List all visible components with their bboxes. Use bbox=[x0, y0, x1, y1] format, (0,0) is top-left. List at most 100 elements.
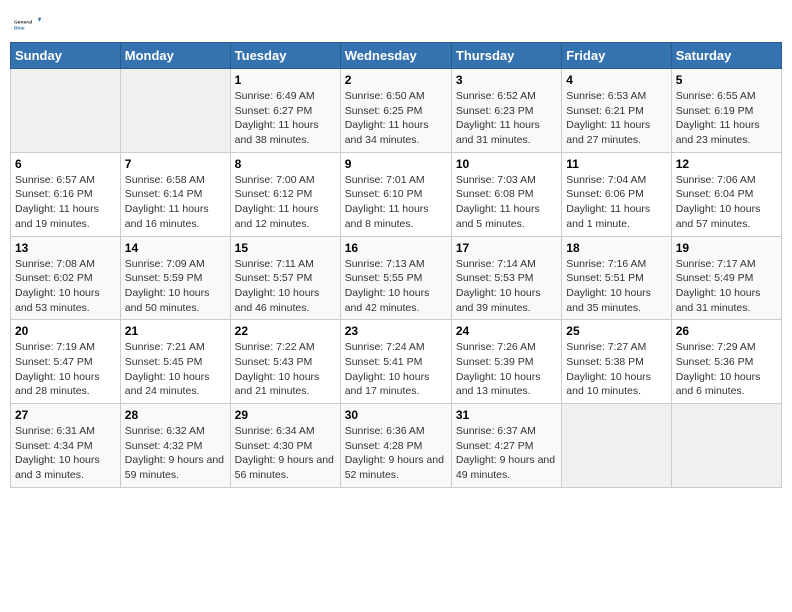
day-info: Sunrise: 7:22 AMSunset: 5:43 PMDaylight:… bbox=[235, 340, 336, 399]
day-number: 22 bbox=[235, 324, 336, 338]
weekday-header-sunday: Sunday bbox=[11, 43, 121, 69]
week-row-3: 13 Sunrise: 7:08 AMSunset: 6:02 PMDayligh… bbox=[11, 236, 782, 320]
day-info: Sunrise: 7:17 AMSunset: 5:49 PMDaylight:… bbox=[676, 257, 777, 316]
day-info: Sunrise: 7:03 AMSunset: 6:08 PMDaylight:… bbox=[456, 173, 557, 232]
day-info: Sunrise: 7:14 AMSunset: 5:53 PMDaylight:… bbox=[456, 257, 557, 316]
day-info: Sunrise: 6:32 AMSunset: 4:32 PMDaylight:… bbox=[125, 424, 226, 483]
day-info: Sunrise: 6:50 AMSunset: 6:25 PMDaylight:… bbox=[345, 89, 447, 148]
day-info: Sunrise: 7:16 AMSunset: 5:51 PMDaylight:… bbox=[566, 257, 666, 316]
day-info: Sunrise: 6:52 AMSunset: 6:23 PMDaylight:… bbox=[456, 89, 557, 148]
calendar-cell: 20 Sunrise: 7:19 AMSunset: 5:47 PMDayligh… bbox=[11, 320, 121, 404]
calendar-cell: 17 Sunrise: 7:14 AMSunset: 5:53 PMDayligh… bbox=[451, 236, 561, 320]
weekday-header-friday: Friday bbox=[562, 43, 671, 69]
day-number: 5 bbox=[676, 73, 777, 87]
weekday-header-row: SundayMondayTuesdayWednesdayThursdayFrid… bbox=[11, 43, 782, 69]
day-number: 27 bbox=[15, 408, 116, 422]
calendar-cell: 7 Sunrise: 6:58 AMSunset: 6:14 PMDaylight… bbox=[120, 152, 230, 236]
day-info: Sunrise: 7:00 AMSunset: 6:12 PMDaylight:… bbox=[235, 173, 336, 232]
day-number: 19 bbox=[676, 241, 777, 255]
calendar-cell bbox=[671, 404, 781, 488]
day-number: 7 bbox=[125, 157, 226, 171]
day-number: 29 bbox=[235, 408, 336, 422]
calendar-cell: 29 Sunrise: 6:34 AMSunset: 4:30 PMDayligh… bbox=[230, 404, 340, 488]
day-number: 28 bbox=[125, 408, 226, 422]
calendar-cell: 19 Sunrise: 7:17 AMSunset: 5:49 PMDayligh… bbox=[671, 236, 781, 320]
calendar-cell: 1 Sunrise: 6:49 AMSunset: 6:27 PMDaylight… bbox=[230, 69, 340, 153]
calendar-cell bbox=[11, 69, 121, 153]
day-info: Sunrise: 6:31 AMSunset: 4:34 PMDaylight:… bbox=[15, 424, 116, 483]
day-number: 23 bbox=[345, 324, 447, 338]
calendar-cell: 18 Sunrise: 7:16 AMSunset: 5:51 PMDayligh… bbox=[562, 236, 671, 320]
day-number: 2 bbox=[345, 73, 447, 87]
calendar-cell: 3Sunrise: 6:52 AMSunset: 6:23 PMDaylight… bbox=[451, 69, 561, 153]
day-number: 14 bbox=[125, 241, 226, 255]
calendar-cell: 9 Sunrise: 7:01 AMSunset: 6:10 PMDaylight… bbox=[340, 152, 451, 236]
day-number: 4 bbox=[566, 73, 666, 87]
day-number: 31 bbox=[456, 408, 557, 422]
day-number: 26 bbox=[676, 324, 777, 338]
calendar-cell: 31 Sunrise: 6:37 AMSunset: 4:27 PMDayligh… bbox=[451, 404, 561, 488]
logo-icon: GeneralBlue bbox=[14, 10, 42, 38]
calendar-cell: 11 Sunrise: 7:04 AMSunset: 6:06 PMDayligh… bbox=[562, 152, 671, 236]
calendar-cell: 4 Sunrise: 6:53 AMSunset: 6:21 PMDaylight… bbox=[562, 69, 671, 153]
day-number: 15 bbox=[235, 241, 336, 255]
calendar-cell: 16 Sunrise: 7:13 AMSunset: 5:55 PMDayligh… bbox=[340, 236, 451, 320]
page-header: GeneralBlue bbox=[10, 10, 782, 38]
week-row-5: 27 Sunrise: 6:31 AMSunset: 4:34 PMDayligh… bbox=[11, 404, 782, 488]
calendar-cell: 26Sunrise: 7:29 AMSunset: 5:36 PMDayligh… bbox=[671, 320, 781, 404]
day-info: Sunrise: 7:06 AMSunset: 6:04 PMDaylight:… bbox=[676, 173, 777, 232]
calendar-cell: 12 Sunrise: 7:06 AMSunset: 6:04 PMDayligh… bbox=[671, 152, 781, 236]
day-info: Sunrise: 7:27 AMSunset: 5:38 PMDaylight:… bbox=[566, 340, 666, 399]
day-number: 9 bbox=[345, 157, 447, 171]
calendar-cell: 13 Sunrise: 7:08 AMSunset: 6:02 PMDayligh… bbox=[11, 236, 121, 320]
day-number: 24 bbox=[456, 324, 557, 338]
day-number: 1 bbox=[235, 73, 336, 87]
day-number: 6 bbox=[15, 157, 116, 171]
day-info: Sunrise: 6:34 AMSunset: 4:30 PMDaylight:… bbox=[235, 424, 336, 483]
day-number: 17 bbox=[456, 241, 557, 255]
day-info: Sunrise: 7:21 AMSunset: 5:45 PMDaylight:… bbox=[125, 340, 226, 399]
weekday-header-wednesday: Wednesday bbox=[340, 43, 451, 69]
svg-text:General: General bbox=[14, 19, 33, 25]
weekday-header-thursday: Thursday bbox=[451, 43, 561, 69]
day-info: Sunrise: 7:19 AMSunset: 5:47 PMDaylight:… bbox=[15, 340, 116, 399]
day-info: Sunrise: 6:49 AMSunset: 6:27 PMDaylight:… bbox=[235, 89, 336, 148]
weekday-header-tuesday: Tuesday bbox=[230, 43, 340, 69]
day-info: Sunrise: 7:09 AMSunset: 5:59 PMDaylight:… bbox=[125, 257, 226, 316]
calendar-cell bbox=[120, 69, 230, 153]
calendar-cell: 28 Sunrise: 6:32 AMSunset: 4:32 PMDayligh… bbox=[120, 404, 230, 488]
calendar-cell: 30Sunrise: 6:36 AMSunset: 4:28 PMDayligh… bbox=[340, 404, 451, 488]
day-info: Sunrise: 7:01 AMSunset: 6:10 PMDaylight:… bbox=[345, 173, 447, 232]
calendar-cell: 23 Sunrise: 7:24 AMSunset: 5:41 PMDayligh… bbox=[340, 320, 451, 404]
calendar-cell: 24Sunrise: 7:26 AMSunset: 5:39 PMDayligh… bbox=[451, 320, 561, 404]
day-number: 10 bbox=[456, 157, 557, 171]
day-number: 20 bbox=[15, 324, 116, 338]
calendar-cell: 21 Sunrise: 7:21 AMSunset: 5:45 PMDayligh… bbox=[120, 320, 230, 404]
day-number: 12 bbox=[676, 157, 777, 171]
calendar-cell bbox=[562, 404, 671, 488]
day-info: Sunrise: 7:08 AMSunset: 6:02 PMDaylight:… bbox=[15, 257, 116, 316]
svg-text:Blue: Blue bbox=[14, 25, 25, 31]
day-info: Sunrise: 7:13 AMSunset: 5:55 PMDaylight:… bbox=[345, 257, 447, 316]
day-info: Sunrise: 6:58 AMSunset: 6:14 PMDaylight:… bbox=[125, 173, 226, 232]
day-number: 16 bbox=[345, 241, 447, 255]
weekday-header-saturday: Saturday bbox=[671, 43, 781, 69]
calendar-cell: 27 Sunrise: 6:31 AMSunset: 4:34 PMDayligh… bbox=[11, 404, 121, 488]
calendar-cell: 8Sunrise: 7:00 AMSunset: 6:12 PMDaylight… bbox=[230, 152, 340, 236]
day-number: 30 bbox=[345, 408, 447, 422]
day-info: Sunrise: 7:04 AMSunset: 6:06 PMDaylight:… bbox=[566, 173, 666, 232]
calendar-cell: 22 Sunrise: 7:22 AMSunset: 5:43 PMDayligh… bbox=[230, 320, 340, 404]
day-number: 13 bbox=[15, 241, 116, 255]
calendar-cell: 25Sunrise: 7:27 AMSunset: 5:38 PMDayligh… bbox=[562, 320, 671, 404]
day-info: Sunrise: 7:24 AMSunset: 5:41 PMDaylight:… bbox=[345, 340, 447, 399]
day-number: 18 bbox=[566, 241, 666, 255]
day-number: 11 bbox=[566, 157, 666, 171]
day-info: Sunrise: 6:53 AMSunset: 6:21 PMDaylight:… bbox=[566, 89, 666, 148]
day-info: Sunrise: 6:57 AMSunset: 6:16 PMDaylight:… bbox=[15, 173, 116, 232]
day-number: 21 bbox=[125, 324, 226, 338]
calendar-cell: 2 Sunrise: 6:50 AMSunset: 6:25 PMDaylight… bbox=[340, 69, 451, 153]
day-info: Sunrise: 6:37 AMSunset: 4:27 PMDaylight:… bbox=[456, 424, 557, 483]
day-info: Sunrise: 7:11 AMSunset: 5:57 PMDaylight:… bbox=[235, 257, 336, 316]
calendar-cell: 15 Sunrise: 7:11 AMSunset: 5:57 PMDayligh… bbox=[230, 236, 340, 320]
week-row-2: 6 Sunrise: 6:57 AMSunset: 6:16 PMDaylight… bbox=[11, 152, 782, 236]
